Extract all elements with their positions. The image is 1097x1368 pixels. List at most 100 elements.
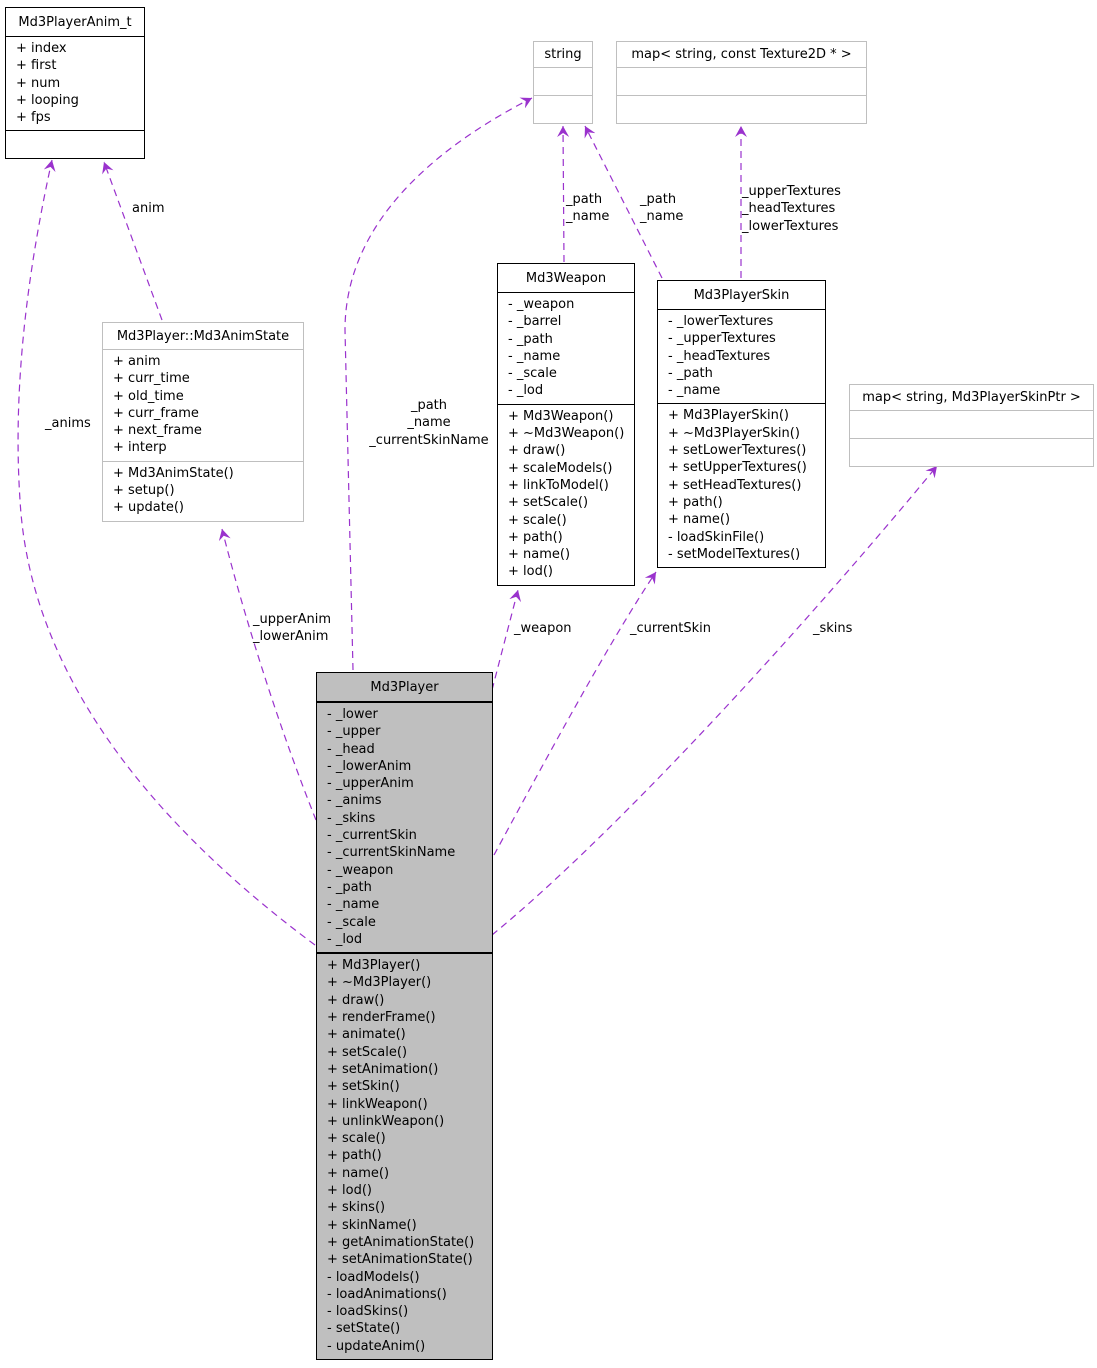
class-attribute: - _lod <box>327 931 363 947</box>
class-method: + name() <box>508 547 571 563</box>
class-method: + setAnimation() <box>327 1061 439 1077</box>
class-md3weapon[interactable]: Md3Weapon - _weapon - _barrel - _path - _na… <box>497 263 635 586</box>
class-attribute: - _head <box>327 741 375 757</box>
edge-label-player-string: _path _name _currentSkinName <box>366 397 492 449</box>
class-attribute: - _upper <box>327 724 381 740</box>
class-attribute: + interp <box>113 440 167 456</box>
class-string[interactable]: string <box>533 41 593 124</box>
class-title: Md3Weapon <box>525 271 607 286</box>
class-method: + unlinkWeapon() <box>327 1113 445 1129</box>
class-method: - loadSkinFile() <box>668 529 765 545</box>
class-title: Md3PlayerAnim_t <box>18 15 132 30</box>
class-title: string <box>544 47 582 62</box>
class-method: + lod() <box>327 1183 372 1199</box>
edge-label-line: _weapon <box>514 621 572 636</box>
edge-label-line: _upperTextures <box>742 184 841 199</box>
edge-label-skin-texmap: _upperTextures _headTextures _lowerTexture… <box>742 183 841 235</box>
class-methods: + Md3AnimState() + setup() + update() <box>103 460 303 521</box>
class-method: + setHeadTextures() <box>668 477 802 493</box>
edge-label-line: _headTextures <box>742 201 836 217</box>
class-method: + setScale() <box>508 495 589 511</box>
class-attribute: + first <box>16 58 57 74</box>
class-method: + name() <box>327 1165 390 1181</box>
class-method: + scale() <box>327 1131 386 1147</box>
class-methods <box>534 95 592 123</box>
class-method: + Md3Weapon() <box>508 408 614 424</box>
class-title: Md3PlayerSkin <box>693 288 790 303</box>
class-title: Md3Player::Md3AnimState <box>116 329 290 344</box>
class-attribute: - _name <box>327 897 380 913</box>
class-attribute: - _name <box>508 348 561 364</box>
class-attribute: - _scale <box>327 914 376 930</box>
edge-label-line: _anims <box>45 416 91 431</box>
class-method: + getAnimationState() <box>327 1234 475 1250</box>
edge-label-line: _path <box>566 192 603 207</box>
edge-label-anims: _anims <box>45 415 91 432</box>
class-method: + Md3AnimState() <box>113 465 234 481</box>
class-method: - loadModels() <box>327 1269 420 1285</box>
class-title: Md3Player <box>370 680 439 695</box>
class-attribute: - _currentSkin <box>327 828 417 844</box>
edge-label-skin-string: _path _name <box>640 191 683 226</box>
class-md3playeranim-t[interactable]: Md3PlayerAnim_t + index + first + num + loo… <box>5 7 145 160</box>
class-attribute: - _upperAnim <box>327 776 414 792</box>
class-md3playerskin[interactable]: Md3PlayerSkin - _lowerTextures - _upperTe… <box>657 280 826 569</box>
class-method: + renderFrame() <box>327 1010 436 1026</box>
class-method: + linkToModel() <box>508 477 609 493</box>
class-attribute: - _weapon <box>327 862 394 878</box>
edge-weapon <box>491 589 522 691</box>
class-method: + linkWeapon() <box>327 1096 428 1112</box>
class-attribute: - _scale <box>508 366 557 382</box>
class-methods: + Md3Player() + ~Md3Player() + draw() + ren… <box>317 952 492 1359</box>
class-method: - loadAnimations() <box>327 1286 447 1302</box>
class-attribute: - _lower <box>327 707 378 722</box>
edge-label-line: _currentSkinName <box>369 432 489 448</box>
class-attribute: - _path <box>327 879 372 895</box>
edge-weapon-string <box>557 125 570 263</box>
class-method: - updateAnim() <box>327 1338 426 1354</box>
class-attribute: - _path <box>508 331 553 347</box>
edge-label-line: _path <box>640 192 677 207</box>
class-title: map< string, const Texture2D * > <box>631 47 852 62</box>
edge-animstate <box>218 528 317 821</box>
class-attribute: + curr_frame <box>113 405 199 421</box>
class-attributes <box>850 410 1093 438</box>
class-attribute: + next_frame <box>113 423 202 439</box>
class-method: + setUpperTextures() <box>668 460 807 476</box>
class-method: + ~Md3Player() <box>327 975 432 991</box>
class-attribute: - _headTextures <box>668 348 771 364</box>
class-attribute: + looping <box>16 92 79 108</box>
class-method: + scale() <box>508 512 567 528</box>
class-methods: + Md3Weapon() + ~Md3Weapon() + draw() + sca… <box>498 403 634 585</box>
class-method: + setup() <box>113 483 175 499</box>
class-attributes: + index + first + num + looping + fps <box>6 36 144 130</box>
class-method: + path() <box>327 1148 382 1164</box>
edge-anims <box>17 159 316 946</box>
class-attributes: - _lowerTextures - _upperTextures - _headT… <box>658 309 825 403</box>
class-texture-map[interactable]: map< string, const Texture2D * > <box>616 41 867 124</box>
class-attribute: - _currentSkinName <box>327 845 456 861</box>
class-method: - loadSkins() <box>327 1304 409 1320</box>
class-method: + draw() <box>508 443 566 459</box>
class-method: + animate() <box>327 1027 406 1043</box>
class-md3player[interactable]: Md3Player - _lower - _upper - _head - _lowe… <box>316 672 493 1360</box>
class-methods <box>850 438 1093 466</box>
class-method: + name() <box>668 512 731 528</box>
class-attribute: - _lod <box>508 383 544 399</box>
class-attribute: - _lowerTextures <box>668 314 774 329</box>
class-md3animstate[interactable]: Md3Player::Md3AnimState + anim + curr_tim… <box>102 322 304 522</box>
class-methods: + Md3PlayerSkin() + ~Md3PlayerSkin() + set… <box>658 403 825 567</box>
edge-label-line: _lowerTextures <box>742 218 839 234</box>
class-skin-map[interactable]: map< string, Md3PlayerSkinPtr > <box>849 384 1094 467</box>
class-method: + setScale() <box>327 1044 408 1060</box>
class-methods <box>617 95 866 123</box>
edges-layer <box>17 97 938 946</box>
class-attribute: - _anims <box>327 793 382 809</box>
class-attribute: + curr_time <box>113 371 190 387</box>
class-attributes <box>534 67 592 95</box>
class-attribute: - _upperTextures <box>668 331 776 347</box>
class-method: + ~Md3Weapon() <box>508 426 625 442</box>
edge-label-line: _name <box>407 415 451 431</box>
class-method: + Md3PlayerSkin() <box>668 408 789 424</box>
class-method: + draw() <box>327 992 385 1008</box>
